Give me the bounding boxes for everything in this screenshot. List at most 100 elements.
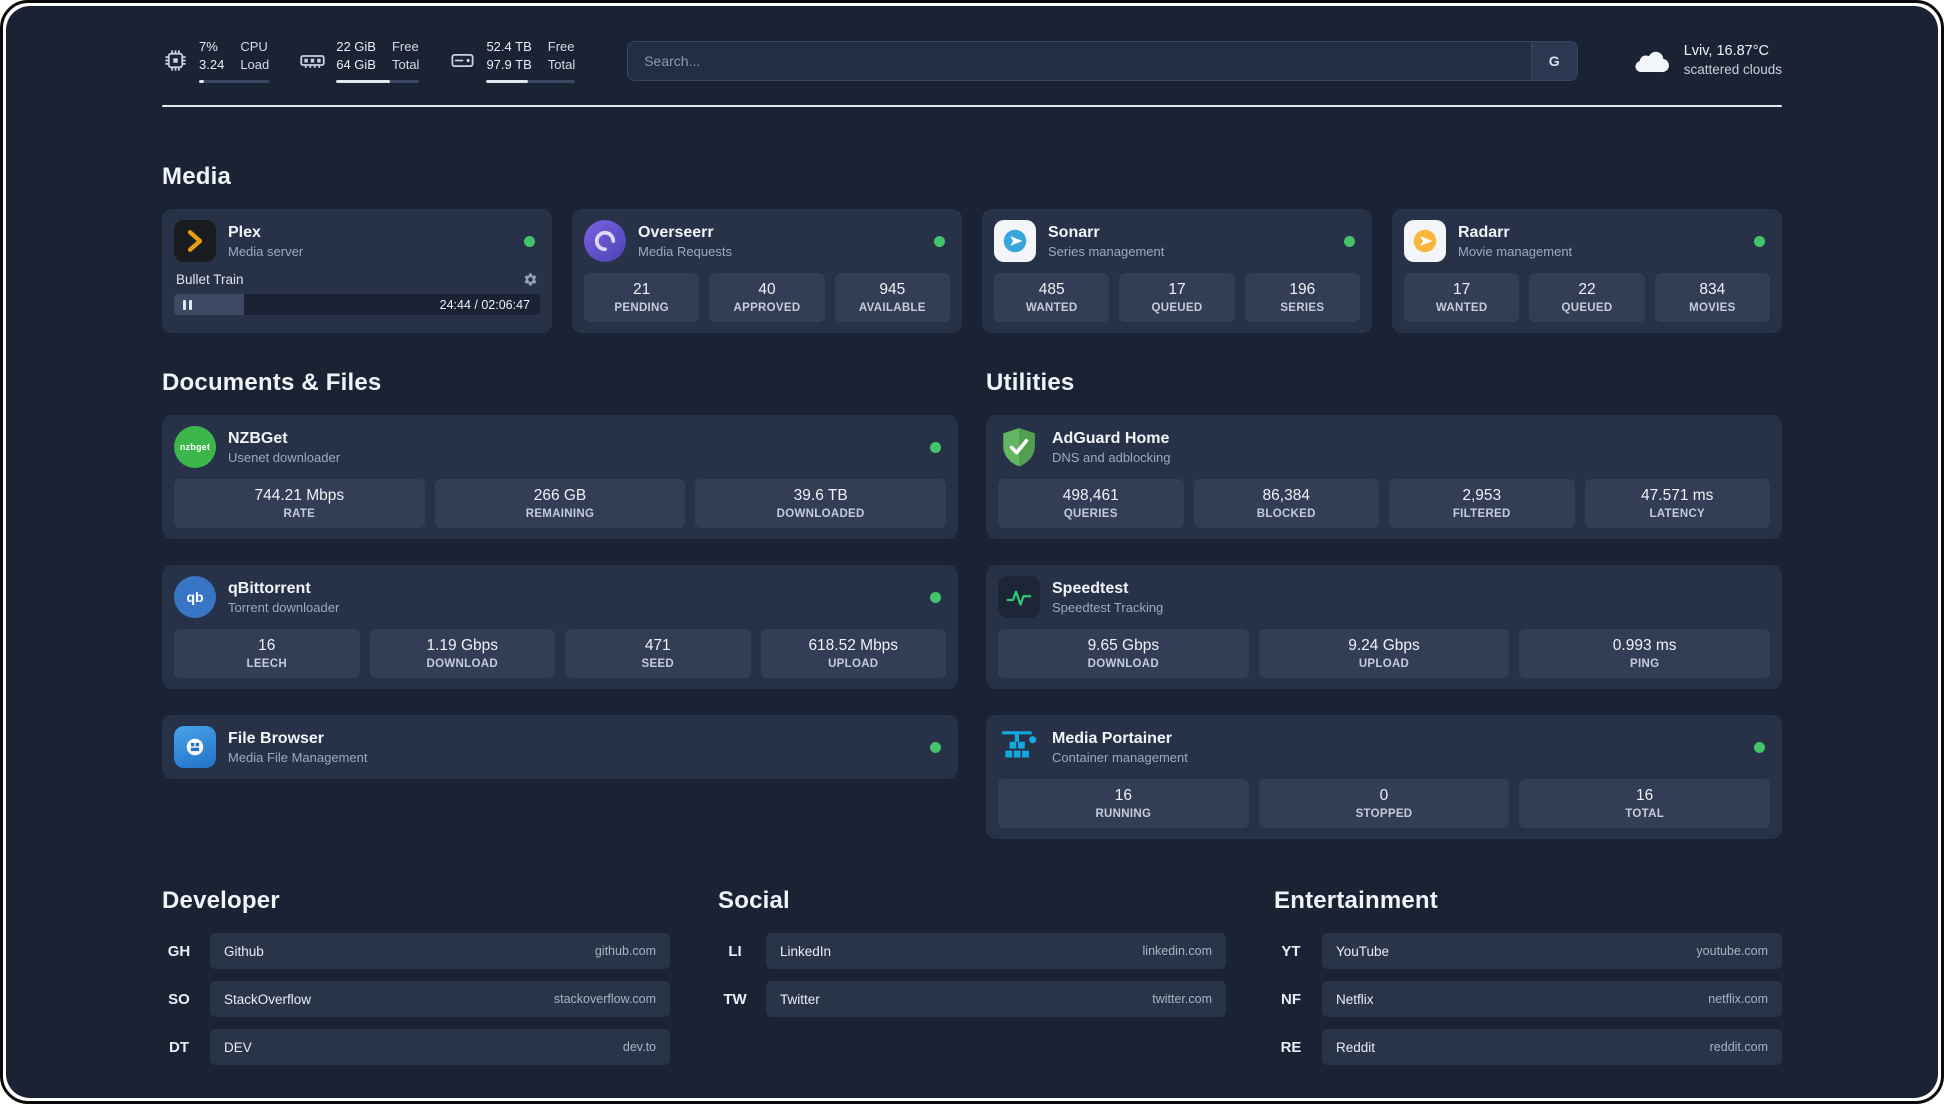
cpu-load-value: 3.24	[199, 57, 225, 73]
card-titles: AdGuard Home DNS and adblocking	[1052, 430, 1770, 465]
bookmark-link-stackoverflow[interactable]: StackOverflow stackoverflow.com	[210, 981, 670, 1018]
stat-value: 21	[633, 281, 651, 299]
bookmark-name: Netflix	[1336, 991, 1374, 1007]
stat-box: 17 WANTED	[1404, 273, 1520, 323]
service-card-qbittorrent[interactable]: qb qBittorrent Torrent downloader 16 LEECH 1.…	[162, 565, 958, 690]
bookmark-row: TW Twitter twitter.com	[718, 981, 1226, 1018]
stats-row: 21 PENDING 40 APPROVED 945 AVAILABLE	[584, 273, 950, 323]
service-card-media-portainer[interactable]: Media Portainer Container management 16 RUN…	[986, 715, 1782, 840]
stat-box: 0.993 ms PING	[1519, 629, 1770, 679]
bookmark-row: GH Github github.com	[162, 933, 670, 970]
card-header: File Browser Media File Management	[174, 726, 946, 769]
stats-row: 9.65 Gbps DOWNLOAD 9.24 Gbps UPLOAD 0.993 ms…	[998, 629, 1770, 679]
utilities-cards-column: AdGuard Home DNS and adblocking 498,461 QUE…	[986, 415, 1782, 840]
stat-box: 21 PENDING	[584, 273, 700, 323]
stats-row: 485 WANTED 17 QUEUED 196 SERIES	[994, 273, 1360, 323]
cloud-icon	[1635, 51, 1669, 72]
card-header: qb qBittorrent Torrent downloader	[174, 576, 946, 619]
bookmark-url: linkedin.com	[1142, 944, 1212, 959]
stat-label: PING	[1630, 658, 1660, 671]
playback-progress-bar[interactable]: 24:44 / 02:06:47	[174, 294, 540, 316]
service-card-radarr[interactable]: Radarr Movie management 17 WANTED 22 QUEUED 83…	[1392, 209, 1782, 334]
media-cards-row: Plex Media server Bullet Train 24:44 / 02:0…	[162, 209, 1782, 334]
service-card-adguard-home[interactable]: AdGuard Home DNS and adblocking 498,461 QUE…	[986, 415, 1782, 540]
gear-icon[interactable]	[523, 272, 538, 287]
weather-location: Lviv, 16.87°C	[1683, 43, 1770, 60]
section-title-developer: Developer	[162, 887, 280, 915]
service-card-sonarr[interactable]: Sonarr Series management 485 WANTED 17 QUEUED…	[982, 209, 1372, 334]
pause-icon[interactable]	[183, 299, 192, 310]
plex-icon	[174, 220, 216, 263]
stat-label: AVAILABLE	[858, 302, 926, 315]
bookmark-link-youtube[interactable]: YouTube youtube.com	[1322, 933, 1782, 970]
stat-box: 9.65 Gbps DOWNLOAD	[998, 629, 1249, 679]
service-card-overseerr[interactable]: Overseerr Media Requests 21 PENDING 40 APPROV…	[572, 209, 962, 334]
stat-label: MOVIES	[1689, 302, 1736, 315]
stat-label: RUNNING	[1095, 808, 1152, 821]
stat-box: 471 SEED	[565, 629, 751, 679]
bookmark-url: twitter.com	[1152, 992, 1212, 1007]
card-header: Media Portainer Container management	[998, 726, 1770, 768]
stat-value: 266 GB	[533, 487, 587, 505]
ram-total: 64 GiB	[336, 57, 376, 73]
disk-total: 97.9 TB	[486, 57, 532, 73]
stat-value: 1.19 Gbps	[426, 637, 499, 655]
bookmark-row: LI LinkedIn linkedin.com	[718, 933, 1226, 970]
nzbget-icon: nzbget	[174, 426, 216, 469]
bookmark-group-developer: Developer GH Github github.com SO StackOverfl…	[162, 887, 670, 1077]
sonarr-icon	[994, 220, 1036, 263]
stat-value: 0.993 ms	[1612, 637, 1677, 655]
ram-widget: 22 GiB 64 GiB Free Total	[299, 38, 420, 84]
stat-box: 618.52 Mbps UPLOAD	[760, 629, 946, 679]
bookmark-link-dev[interactable]: DEV dev.to	[210, 1029, 670, 1066]
stat-label: PENDING	[614, 302, 669, 315]
search-engine-button[interactable]: G	[1530, 41, 1577, 80]
service-card-nzbget[interactable]: nzbget NZBGet Usenet downloader 744.21 Mbps…	[162, 415, 958, 540]
bookmark-abbr: SO	[168, 990, 190, 1008]
service-card-plex[interactable]: Plex Media server Bullet Train 24:44 / 02:0…	[162, 209, 552, 334]
service-card-speedtest[interactable]: Speedtest Speedtest Tracking 9.65 Gbps DOWN…	[986, 565, 1782, 690]
service-name: Plex	[228, 223, 261, 241]
stat-value: 16	[1114, 787, 1132, 805]
card-header: Overseerr Media Requests	[584, 220, 950, 263]
utilities-column: Utilities AdGuard Home DNS and adblocking…	[986, 369, 1782, 840]
service-description: Usenet downloader	[228, 449, 341, 465]
search-input[interactable]	[628, 41, 1531, 80]
bookmark-link-reddit[interactable]: Reddit reddit.com	[1322, 1029, 1782, 1066]
card-titles: Overseerr Media Requests	[638, 224, 922, 259]
bookmark-link-twitter[interactable]: Twitter twitter.com	[766, 981, 1226, 1018]
cpu-usage-bar	[199, 80, 270, 84]
stat-value: 22	[1578, 281, 1596, 299]
stat-label: UPLOAD	[828, 658, 879, 671]
stat-label: TOTAL	[1625, 808, 1665, 821]
stat-label: DOWNLOADED	[776, 508, 865, 521]
stat-value: 9.65 Gbps	[1087, 637, 1160, 655]
bookmark-name: StackOverflow	[224, 991, 312, 1007]
service-name: Sonarr	[1048, 223, 1100, 241]
dashboard-window: 7% 3.24 CPU Load 22 GiB 64 GiB Free Tota…	[6, 6, 1938, 1098]
stat-label: BLOCKED	[1256, 508, 1316, 521]
bookmark-link-linkedin[interactable]: LinkedIn linkedin.com	[766, 933, 1226, 970]
disk-free: 52.4 TB	[486, 39, 532, 54]
status-online-dot	[930, 441, 941, 453]
bookmark-link-github[interactable]: Github github.com	[210, 933, 670, 970]
stat-label: DOWNLOAD	[1087, 658, 1160, 671]
card-titles: Plex Media server	[228, 224, 512, 259]
service-description: Media server	[228, 243, 304, 259]
bookmark-url: stackoverflow.com	[553, 992, 656, 1007]
section-title-files: Documents & Files	[162, 369, 382, 397]
stats-row: 16 LEECH 1.19 Gbps DOWNLOAD 471 SEED 618.52 Mb…	[174, 629, 946, 679]
service-description: DNS and adblocking	[1052, 449, 1171, 465]
bookmark-link-netflix[interactable]: Netflix netflix.com	[1322, 981, 1782, 1018]
service-card-file-browser[interactable]: File Browser Media File Management	[162, 715, 958, 780]
weather-widget: Lviv, 16.87°C scattered clouds	[1630, 41, 1782, 80]
stat-label: SERIES	[1280, 302, 1325, 315]
card-header: Sonarr Series management	[994, 220, 1360, 263]
ram-usage-bar	[336, 80, 420, 84]
stat-label: FILTERED	[1452, 508, 1511, 521]
ram-icon	[300, 55, 325, 68]
now-playing-title: Bullet Train	[176, 272, 244, 288]
card-titles: Radarr Movie management	[1458, 224, 1742, 259]
speedtest-icon	[998, 576, 1040, 619]
stat-label: APPROVED	[733, 302, 801, 315]
